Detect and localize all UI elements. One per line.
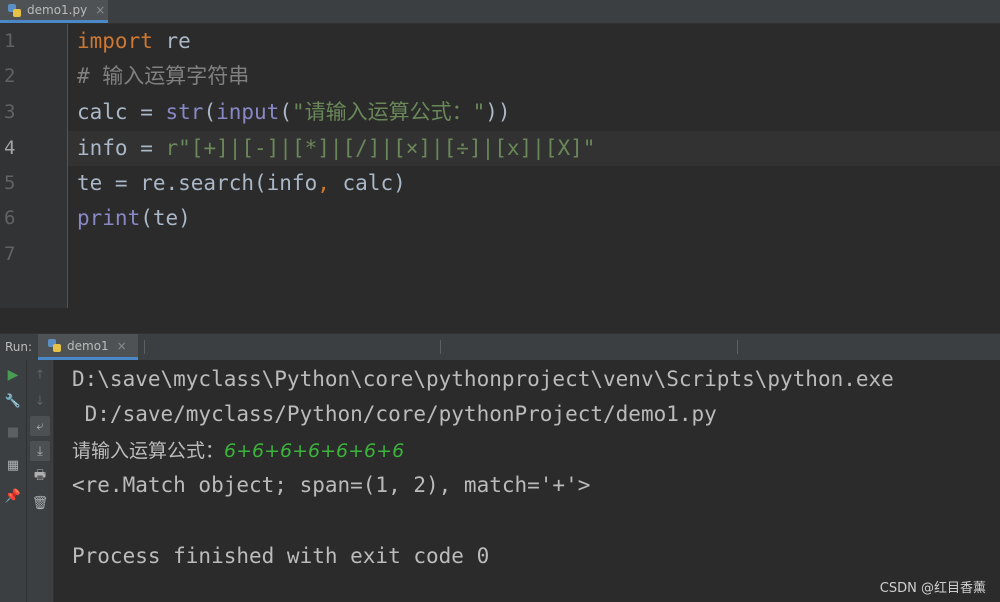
code-text: re [152, 29, 191, 53]
wrench-icon[interactable]: 🔧 [3, 391, 23, 411]
line-number: 3 [4, 101, 16, 123]
console-line-result: <re.Match object; span=(1, 2), match='+'… [72, 473, 591, 497]
code-text: (te) [140, 206, 191, 230]
pin-icon[interactable]: 📌 [3, 486, 23, 506]
code-line-5[interactable]: te = re.search(info, calc) [77, 166, 406, 201]
scroll-to-end-icon[interactable]: ⤓ [30, 441, 50, 461]
watermark: CSDN @红目香薰 [879, 581, 986, 596]
code-text: info = [77, 136, 166, 160]
line-number: 4 [4, 137, 16, 159]
close-icon[interactable]: × [95, 3, 105, 17]
run-toolbar-secondary: ↑ ↓ ⤶ ⤓ 🖶 🗑 [27, 360, 54, 602]
run-console[interactable]: D:\save\myclass\Python\core\pythonprojec… [54, 360, 1000, 602]
code-line-4[interactable]: info = r"[+]|[-]|[*]|[/]|[×]|[÷]|[x]|[X]… [77, 131, 595, 166]
code-text: te = re.search(info [77, 171, 318, 195]
divider [440, 340, 441, 354]
code-editor[interactable]: 1 2 3 4 5 6 7 import re # 输入运算字符串 calc =… [0, 24, 1000, 308]
code-line-6[interactable]: print(te) [77, 201, 191, 236]
tab-demo1-py[interactable]: demo1.py × [0, 0, 108, 23]
layout-icon[interactable]: ▦ [3, 455, 23, 475]
stop-icon[interactable]: ■ [3, 422, 23, 442]
run-tab-label: demo1 [67, 338, 109, 353]
line-number: 6 [4, 207, 16, 229]
soft-wrap-icon[interactable]: ⤶ [30, 416, 50, 436]
code-text: calc) [329, 171, 406, 195]
comma: , [317, 171, 330, 195]
builtin: input [216, 100, 280, 124]
line-number-gutter: 1 2 3 4 5 6 7 [0, 24, 68, 308]
editor-footer [0, 308, 1000, 333]
builtin: print [77, 206, 141, 230]
trash-icon[interactable]: 🗑 [30, 493, 50, 513]
code-text: calc = [77, 100, 166, 124]
string-literal: "请输入运算公式：" [291, 100, 486, 124]
comment: # 输入运算字符串 [77, 64, 250, 88]
editor-tab-bar: demo1.py × [0, 0, 1000, 24]
print-icon[interactable]: 🖶 [30, 467, 50, 487]
code-text: )) [485, 100, 511, 124]
close-icon[interactable]: × [117, 339, 127, 353]
console-prompt: 请输入运算公式： [72, 440, 225, 462]
divider [144, 340, 145, 354]
tab-label: demo1.py [27, 3, 88, 17]
divider [737, 340, 738, 354]
line-number: 5 [4, 172, 16, 194]
run-toolbar-primary: ▶ 🔧 ■ ▦ 📌 [0, 360, 27, 602]
console-user-input: 6+6+6+6+6+6+6 [224, 440, 405, 462]
line-number: 7 [4, 243, 16, 265]
console-line-prompt: 请输入运算公式：6+6+6+6+6+6+6 [72, 433, 404, 469]
python-run-icon [48, 339, 61, 352]
run-panel-title: Run: [5, 340, 33, 354]
console-line-script: D:/save/myclass/Python/core/pythonProjec… [72, 402, 717, 426]
line-number: 1 [4, 30, 16, 52]
line-number: 2 [4, 65, 16, 87]
code-text: ( [279, 100, 292, 124]
code-line-1[interactable]: import re [77, 24, 191, 59]
run-tab-demo1[interactable]: demo1 × [38, 334, 138, 360]
builtin: str [165, 100, 204, 124]
rerun-icon[interactable]: ▶ [3, 365, 23, 385]
keyword: import [77, 29, 153, 53]
code-line-2[interactable]: # 输入运算字符串 [77, 59, 249, 94]
arrow-down-icon[interactable]: ↓ [30, 391, 50, 411]
code-text: ( [203, 100, 217, 124]
string-literal: r"[+]|[-]|[*]|[/]|[×]|[÷]|[x]|[X]" [165, 136, 596, 160]
code-line-3[interactable]: calc = str(input("请输入运算公式：")) [77, 95, 511, 130]
console-line-interpreter: D:\save\myclass\Python\core\pythonprojec… [72, 367, 894, 391]
arrow-up-icon[interactable]: ↑ [30, 365, 50, 385]
python-file-icon [8, 3, 21, 17]
console-line-exit: Process finished with exit code 0 [72, 544, 490, 568]
run-tool-window-header: Run: demo1 × [0, 333, 1000, 361]
